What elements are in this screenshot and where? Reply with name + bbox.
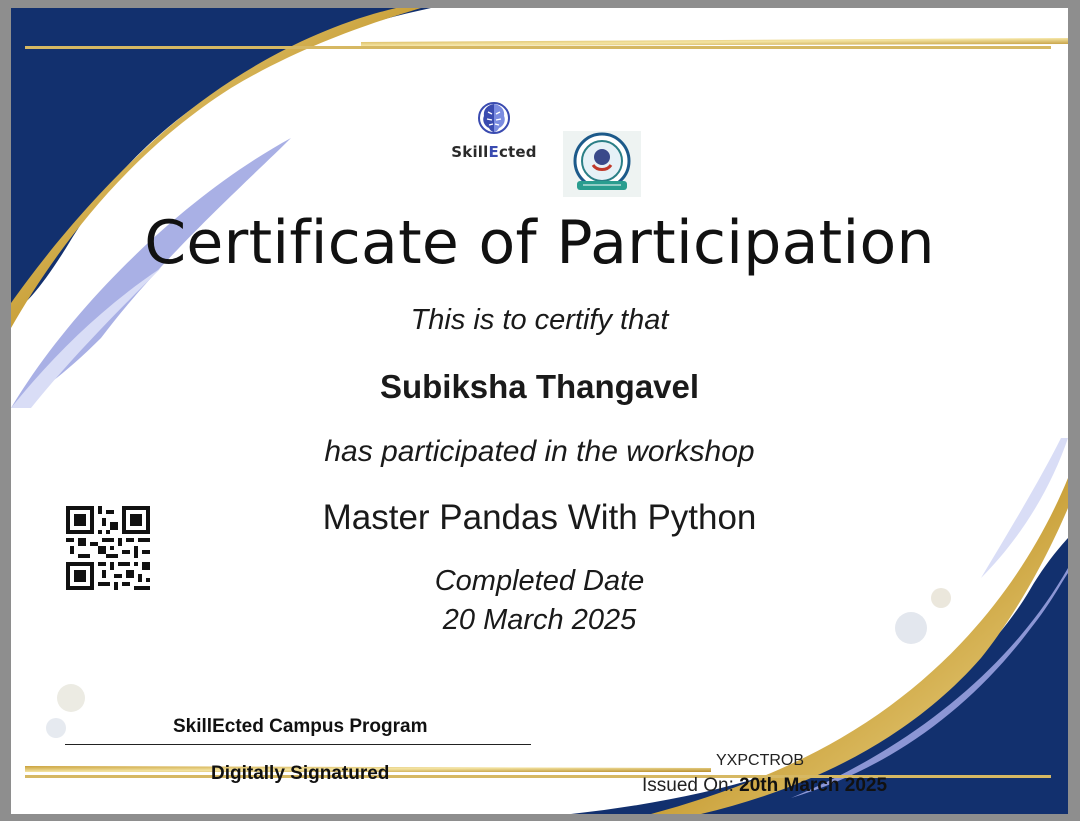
logo-wordmark: SkillEcted [451,143,537,161]
program-name: SkillEcted Campus Program [173,716,428,737]
college-seal [563,131,641,197]
issued-date: 20th March 2025 [739,775,888,796]
certificate-id: YXPCTROB [716,752,805,769]
issued-on: Issued On: 20th March 2025 [642,775,887,797]
certificate-page: SkillEcted Certificate of Participation … [11,8,1068,814]
skillected-logo: SkillEcted [446,98,542,161]
workshop-name: Master Pandas With Python [322,498,757,537]
participation-line: has participated in the workshop [324,435,755,468]
college-seal-icon [573,132,631,190]
completed-date-label: Completed Date [434,565,645,597]
completed-date-value: 20 March 2025 [442,604,637,636]
recipient-name: Subiksha Thangavel [379,368,700,405]
certify-line: This is to certify that [410,304,669,336]
issued-label: Issued On: [642,775,740,796]
signature-line [65,744,531,745]
qr-code-icon[interactable] [66,506,150,590]
signature-note: Digitally Signatured [211,763,390,784]
certificate-title: Certificate of Participation [144,208,935,278]
brain-logo-icon [478,102,510,134]
